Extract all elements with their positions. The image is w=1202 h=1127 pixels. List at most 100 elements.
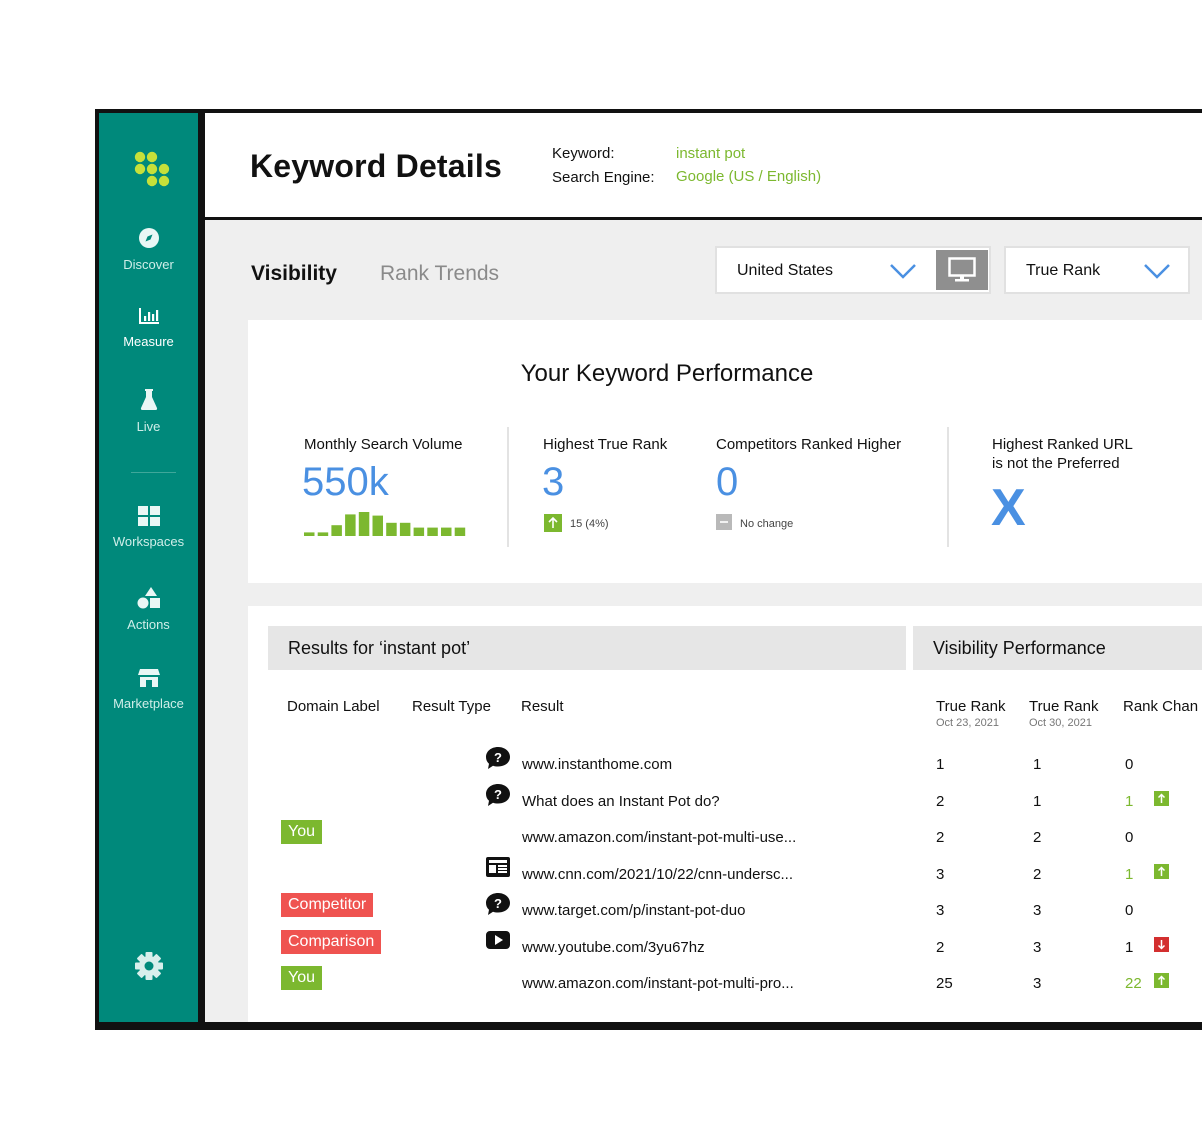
rank-change-value: 0 <box>1125 756 1134 773</box>
true-rank-1-value: 2 <box>936 793 945 810</box>
bar-chart-icon <box>99 306 198 329</box>
highest-rank-change: 15 (4%) <box>570 518 609 530</box>
sparkline-bar <box>454 527 466 536</box>
sparkline-bar <box>331 525 342 536</box>
col-result[interactable]: Result <box>521 698 564 715</box>
tab-rank-trends[interactable]: Rank Trends <box>380 262 499 286</box>
competitors-value: 0 <box>716 460 739 504</box>
col-true-rank-1-date: Oct 23, 2021 <box>936 717 999 729</box>
sparkline-bar <box>358 512 370 536</box>
question-icon: ? <box>485 892 511 921</box>
rank-change-value: 0 <box>1125 829 1134 846</box>
chevron-down-icon <box>889 262 917 285</box>
sidebar-item-measure[interactable]: Measure <box>99 306 198 349</box>
result-url[interactable]: www.cnn.com/2021/10/22/cnn-undersc... <box>522 866 793 883</box>
sidebar-item-label: Measure <box>123 334 174 349</box>
rank-change-value: 1 <box>1125 866 1134 883</box>
arrow-up-icon <box>1154 864 1169 879</box>
sidebar: Discover Measure Live Workspaces Actions… <box>99 113 198 1022</box>
highest-rank-label: Highest True Rank <box>543 436 668 453</box>
true-rank-2-value: 3 <box>1033 975 1042 992</box>
sparkline-bar <box>317 532 329 536</box>
result-url[interactable]: www.amazon.com/instant-pot-multi-use... <box>522 829 796 846</box>
sidebar-item-workspaces[interactable]: Workspaces <box>99 506 198 549</box>
rank-change-value: 1 <box>1125 939 1134 956</box>
svg-text:?: ? <box>494 750 502 765</box>
table-row[interactable]: ? www.instanthome.com 1 1 0 <box>248 747 1202 783</box>
result-url[interactable]: www.youtube.com/3yu67hz <box>522 939 705 956</box>
true-rank-2-value: 3 <box>1033 939 1042 956</box>
rank-change-value: 1 <box>1125 793 1134 810</box>
sparkline-bar <box>386 522 397 536</box>
search-volume-value: 550k <box>302 460 389 504</box>
table-row[interactable]: You www.amazon.com/instant-pot-multi-use.… <box>248 820 1202 856</box>
true-rank-1-value: 2 <box>936 939 945 956</box>
sidebar-item-live[interactable]: Live <box>99 387 198 434</box>
result-url[interactable]: www.amazon.com/instant-pot-multi-pro... <box>522 975 794 992</box>
col-rank-change[interactable]: Rank Chan <box>1123 698 1198 715</box>
page-title: Keyword Details <box>250 148 502 184</box>
domain-label-badge: Comparison <box>281 930 382 954</box>
svg-text:?: ? <box>494 787 502 802</box>
visibility-header: Visibility Performance <box>913 626 1202 670</box>
domain-label-badge: Competitor <box>281 893 374 917</box>
sidebar-item-actions[interactable]: Actions <box>99 587 198 632</box>
sparkline-bar <box>399 522 411 536</box>
table-row[interactable]: ? What does an Instant Pot do? 2 1 1 <box>248 784 1202 820</box>
true-rank-1-value: 3 <box>936 902 945 919</box>
visibility-title: Visibility Performance <box>933 638 1106 658</box>
country-dropdown[interactable]: United States <box>715 246 991 294</box>
domain-label-badge: You <box>281 966 322 990</box>
sidebar-item-label: Marketplace <box>113 696 184 711</box>
sidebar-item-label: Actions <box>127 617 170 632</box>
result-url[interactable]: www.instanthome.com <box>522 756 672 773</box>
col-true-rank-2[interactable]: True Rank <box>1029 698 1098 715</box>
metric-divider <box>947 427 949 547</box>
desktop-icon <box>948 257 976 288</box>
true-rank-1-value: 3 <box>936 866 945 883</box>
no-change-icon <box>716 514 732 530</box>
table-row[interactable]: Competitor? www.target.com/p/instant-pot-… <box>248 893 1202 929</box>
sidebar-divider <box>131 472 176 473</box>
result-url[interactable]: www.target.com/p/instant-pot-duo <box>522 902 745 919</box>
col-true-rank-1[interactable]: True Rank <box>936 698 1005 715</box>
tab-visibility[interactable]: Visibility <box>251 262 337 286</box>
true-rank-2-value: 2 <box>1033 829 1042 846</box>
performance-card: Your Keyword Performance Monthly Search … <box>248 320 1202 583</box>
table-row[interactable]: Comparison www.youtube.com/3yu67hz 2 3 1 <box>248 930 1202 966</box>
domain-label-badge: You <box>281 820 322 844</box>
highest-url-label-line1: Highest Ranked URL <box>992 436 1133 453</box>
flask-icon <box>99 387 198 414</box>
sparkline-bar <box>427 527 438 536</box>
chevron-down-icon <box>1143 262 1171 285</box>
sparkline-bar <box>372 515 383 536</box>
table-row[interactable]: You www.amazon.com/instant-pot-multi-pro.… <box>248 966 1202 1002</box>
competitors-change: No change <box>740 518 794 530</box>
search-volume-label: Monthly Search Volume <box>304 436 463 453</box>
competitors-label: Competitors Ranked Higher <box>716 436 902 453</box>
table-row[interactable]: www.cnn.com/2021/10/22/cnn-undersc... 3 2 1 <box>248 857 1202 893</box>
search-engine-value: Google (US / English) <box>676 168 822 185</box>
highest-url-label-line2: is not the Preferred <box>992 455 1120 472</box>
search-volume-sparkline <box>304 512 466 536</box>
true-rank-1-value: 1 <box>936 756 945 773</box>
results-title: Results for ‘instant pot’ <box>288 638 471 658</box>
gear-icon[interactable] <box>134 951 164 986</box>
rank-type-dropdown[interactable]: True Rank <box>1004 246 1190 294</box>
sidebar-item-discover[interactable]: Discover <box>99 227 198 272</box>
compass-icon <box>99 227 198 252</box>
arrow-up-icon <box>1154 791 1169 806</box>
shapes-icon <box>99 587 198 612</box>
keyword-value: instant pot <box>676 145 746 162</box>
true-rank-2-value: 1 <box>1033 756 1042 773</box>
sidebar-item-label: Workspaces <box>112 534 185 549</box>
video-icon <box>485 929 511 956</box>
sidebar-item-label: Discover <box>123 257 174 272</box>
col-domain-label[interactable]: Domain Label <box>287 698 380 715</box>
col-result-type[interactable]: Result Type <box>412 698 491 715</box>
device-toggle-button[interactable] <box>936 250 988 290</box>
logo-icon[interactable] <box>134 151 174 194</box>
sidebar-item-marketplace[interactable]: Marketplace <box>99 668 198 711</box>
result-url[interactable]: What does an Instant Pot do? <box>522 793 720 810</box>
true-rank-1-value: 2 <box>936 829 945 846</box>
